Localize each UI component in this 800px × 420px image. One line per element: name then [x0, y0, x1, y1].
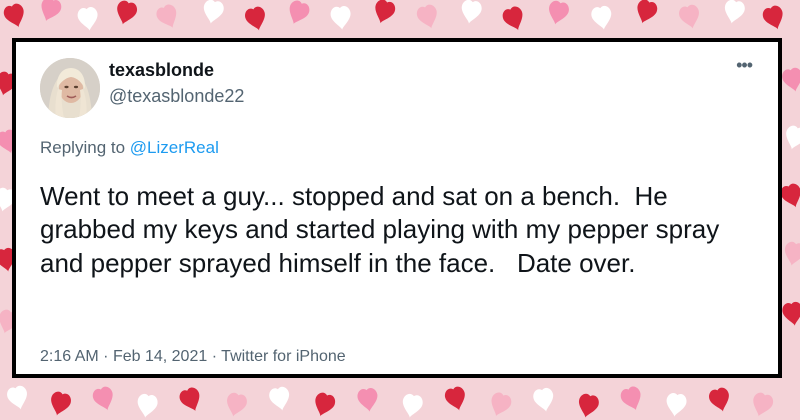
- user-handle[interactable]: @texasblonde22: [109, 86, 244, 107]
- tweet-text: Went to meet a guy... stopped and sat on…: [40, 181, 727, 278]
- tweet-meta: 2:16 AM · Feb 14, 2021 · Twitter for iPh…: [40, 348, 346, 366]
- avatar[interactable]: [40, 58, 100, 118]
- meta-separator: ·: [99, 348, 113, 365]
- meta-separator-dot: ·: [211, 348, 218, 365]
- tweet-card: texasblonde @texasblonde22 ••• Replying …: [12, 38, 782, 378]
- replying-to-line: Replying to @LizerReal: [40, 138, 219, 158]
- meta-separator: ·: [207, 348, 221, 365]
- more-horizontal-icon[interactable]: •••: [736, 56, 753, 74]
- tweet-time[interactable]: 2:16 AM: [40, 348, 99, 365]
- tweet-source[interactable]: Twitter for iPhone: [221, 348, 346, 365]
- replying-to-mention[interactable]: @LizerReal: [130, 138, 219, 157]
- replying-to-prefix: Replying to: [40, 138, 130, 157]
- tweet-date[interactable]: Feb 14, 2021: [113, 348, 207, 365]
- display-name[interactable]: texasblonde: [109, 60, 214, 81]
- meta-separator-dot: ·: [103, 348, 109, 365]
- profile-photo-icon: [40, 58, 100, 118]
